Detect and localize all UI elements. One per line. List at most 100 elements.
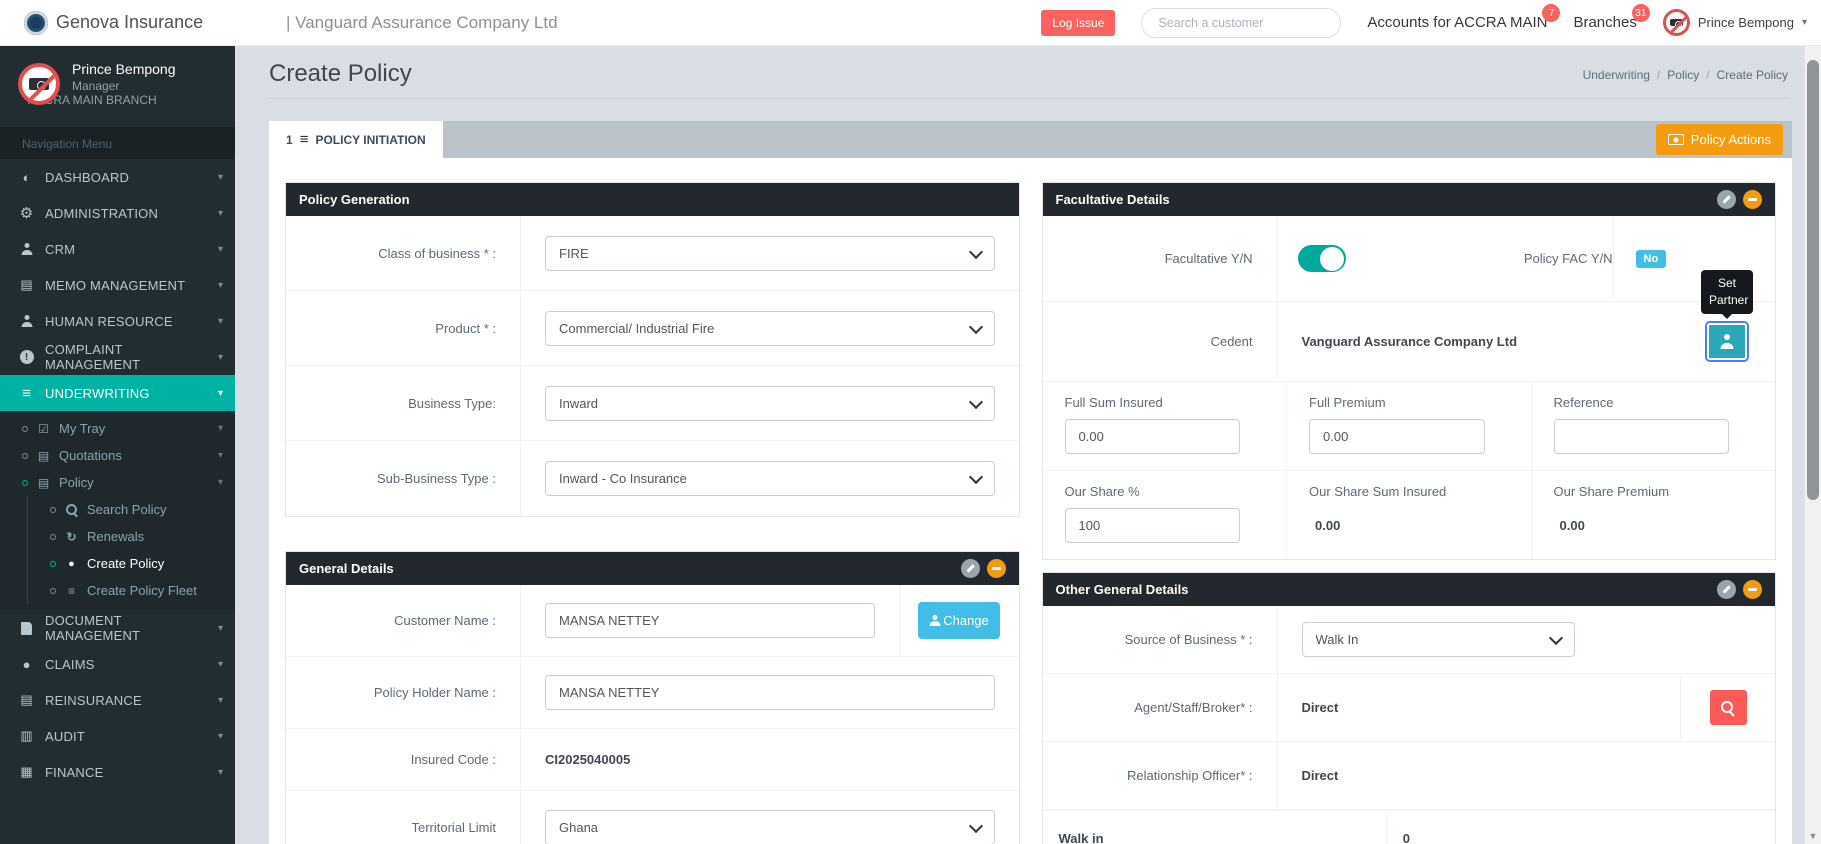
sidebar-item-complaint-management[interactable]: ! COMPLAINT MANAGEMENT ▾ [0, 339, 235, 375]
customer-search-input[interactable] [1141, 7, 1342, 38]
bullet-icon [22, 479, 28, 486]
full-sum-insured-input[interactable] [1064, 419, 1241, 454]
tray-check-icon [36, 422, 51, 436]
walk-in-row: Walk in 0 [1042, 810, 1775, 844]
chevron-down-icon: ▾ [217, 477, 223, 488]
sidebar-item-audit[interactable]: AUDIT ▾ [0, 718, 235, 754]
business-type-select-wrap: Inward [545, 385, 995, 421]
facultative-toggle[interactable] [1297, 245, 1346, 272]
pencil-icon [1722, 195, 1731, 204]
company-name: | Vanguard Assurance Company Ltd [286, 12, 558, 32]
user-icon [929, 615, 940, 626]
change-customer-button[interactable]: Change [918, 602, 1000, 639]
reinsurance-icon [18, 692, 35, 708]
branches-link[interactable]: Branches 31 [1573, 4, 1650, 31]
business-type-select[interactable]: Inward [545, 385, 995, 421]
class-of-business-row: Class of business * : FIRE [286, 216, 1019, 291]
tab-policy-initiation[interactable]: 1 ≡ POLICY INITIATION [269, 121, 443, 158]
customer-name-input[interactable] [545, 603, 875, 638]
bullet-icon [50, 533, 56, 540]
chevron-down-icon: ▾ [217, 730, 223, 742]
business-type-row: Business Type: Inward [286, 366, 1019, 441]
sidebar-item-search-policy[interactable]: Search Policy [28, 496, 235, 523]
product-select[interactable]: Commercial/ Industrial Fire [545, 310, 995, 346]
agent-value: Direct [1301, 700, 1339, 715]
policy-actions-button[interactable]: Policy Actions [1655, 124, 1783, 155]
sidebar-item-claims[interactable]: CLAIMS ▾ [0, 646, 235, 682]
reference-input[interactable] [1553, 419, 1730, 454]
vertical-scrollbar[interactable]: ▼ [1804, 46, 1821, 844]
underwriting-submenu: My Tray ▾ Quotations ▾ Policy ▾ Search P… [0, 411, 235, 610]
sub-business-type-select[interactable]: Inward - Co Insurance [545, 461, 995, 496]
list-icon [18, 385, 35, 402]
our-share-premium-value: 0.00 [1559, 518, 1585, 533]
topbar: Genova Insurance | Vanguard Assurance Co… [0, 0, 1821, 46]
full-premium-input[interactable] [1309, 419, 1485, 454]
collapse-panel-button[interactable] [986, 559, 1006, 578]
policy-holder-input[interactable] [545, 675, 995, 710]
class-of-business-select[interactable]: FIRE [545, 235, 995, 271]
territorial-limit-select[interactable]: Ghana [545, 809, 995, 844]
our-share-pct-input[interactable] [1064, 508, 1241, 543]
sidebar-avatar [18, 63, 60, 105]
policy-generation-panel: Policy Generation Class of business * : … [285, 182, 1020, 517]
sidebar-item-document-management[interactable]: DOCUMENT MANAGEMENT ▾ [0, 610, 235, 646]
scrollbar-down-arrow[interactable]: ▼ [1805, 831, 1821, 841]
brand[interactable]: Genova Insurance [24, 10, 274, 35]
panel-title: Policy Generation [299, 192, 410, 207]
sidebar-user-role: Manager [72, 79, 120, 93]
user-name: Prince Bempong [1697, 15, 1794, 30]
breadcrumb-underwriting[interactable]: Underwriting [1583, 68, 1650, 82]
chevron-down-icon: ▾ [217, 207, 223, 219]
sidebar-item-human-resource[interactable]: HUMAN RESOURCE ▾ [0, 303, 235, 339]
sidebar-item-create-policy-fleet[interactable]: Create Policy Fleet [28, 577, 235, 604]
sidebar-item-renewals[interactable]: Renewals [28, 523, 235, 550]
accounts-link[interactable]: Accounts for ACCRA MAIN 7 [1367, 4, 1561, 31]
sidebar-item-underwriting[interactable]: UNDERWRITING ▾ [0, 375, 235, 411]
bullet-icon [22, 452, 28, 459]
policy-initiation-card: Policy Generation Class of business * : … [269, 158, 1792, 844]
sidebar-item-my-tray[interactable]: My Tray ▾ [0, 415, 235, 442]
policy-holder-row: Policy Holder Name : [286, 657, 1019, 729]
log-issue-button[interactable]: Log Issue [1041, 9, 1116, 36]
edit-panel-button[interactable] [960, 559, 980, 578]
breadcrumb-create-policy[interactable]: Create Policy [1717, 68, 1788, 82]
chevron-down-icon: ▾ [217, 622, 223, 634]
bullet-icon [50, 506, 56, 513]
sidebar-item-reinsurance[interactable]: REINSURANCE ▾ [0, 682, 235, 718]
breadcrumb-policy[interactable]: Policy [1667, 68, 1699, 82]
edit-panel-button[interactable] [1717, 190, 1736, 209]
panel-title: Other General Details [1055, 582, 1189, 597]
search-icon [64, 503, 79, 516]
insured-code-value: CI2025040005 [545, 752, 631, 767]
officer-value: Direct [1301, 768, 1339, 783]
sidebar-item-quotations[interactable]: Quotations ▾ [0, 442, 235, 469]
edit-panel-button[interactable] [1717, 580, 1736, 599]
claims-icon [18, 657, 35, 672]
collapse-panel-button[interactable] [1743, 580, 1762, 599]
customer-name-row: Customer Name : Change [286, 585, 1019, 657]
sidebar-item-create-policy[interactable]: Create Policy [28, 550, 235, 577]
sidebar-item-dashboard[interactable]: DASHBOARD ▾ [0, 159, 235, 195]
sidebar-item-crm[interactable]: CRM ▾ [0, 231, 235, 267]
user-menu[interactable]: Prince Bempong ▾ [1662, 9, 1807, 36]
collapse-panel-button[interactable] [1743, 190, 1762, 209]
scrollbar-thumb[interactable] [1807, 60, 1819, 500]
chevron-down-icon: ▾ [217, 658, 223, 670]
main-content: Create Policy Underwriting / Policy / Cr… [235, 46, 1821, 844]
users-icon [18, 315, 35, 327]
header-divider [269, 98, 1788, 99]
memo-icon [18, 277, 35, 293]
bullet-icon [50, 560, 56, 567]
agent-search-button[interactable] [1709, 690, 1747, 725]
audit-icon [18, 728, 35, 744]
source-of-business-select[interactable]: Walk In [1301, 622, 1575, 657]
sidebar-item-memo-management[interactable]: MEMO MANAGEMENT ▾ [0, 267, 235, 303]
sidebar-item-administration[interactable]: ADMINISTRATION ▾ [0, 195, 235, 231]
sidebar-item-policy[interactable]: Policy ▾ [0, 469, 235, 496]
set-partner-button[interactable] [1705, 321, 1749, 362]
fleet-list-icon [64, 584, 79, 598]
chevron-down-icon: ▾ [217, 450, 223, 461]
cedent-value: Vanguard Assurance Company Ltd [1301, 334, 1518, 349]
sidebar-item-finance[interactable]: FINANCE ▾ [0, 754, 235, 790]
